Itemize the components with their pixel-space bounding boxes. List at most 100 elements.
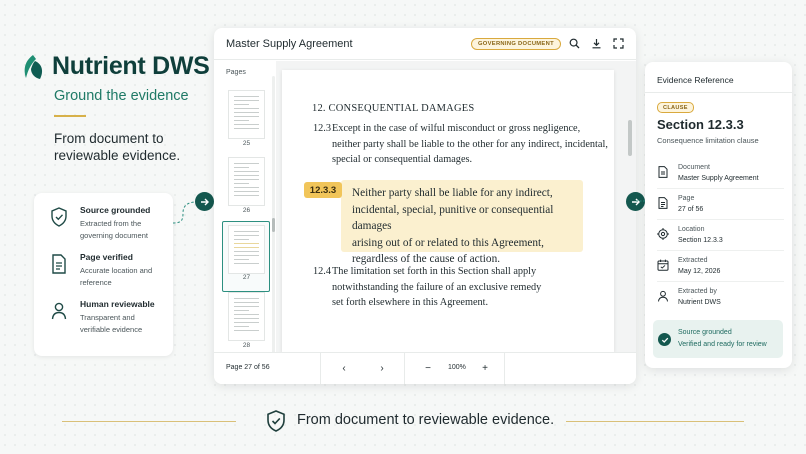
zoom-in-button[interactable]: +	[479, 362, 491, 374]
clause-12-3: 12.3 Except in the case of wilful miscon…	[313, 121, 608, 168]
page-icon	[658, 197, 668, 209]
item-divider	[657, 219, 784, 220]
feature-title: Source grounded	[80, 205, 151, 215]
thumbnail-number: 26	[242, 207, 251, 214]
viewer-header: Master Supply Agreement GOVERNING DOCUME…	[214, 28, 636, 60]
section-reference: Section 12.3.3	[657, 117, 744, 132]
thumbnail-scrollbar-track[interactable]	[272, 76, 275, 354]
status-title: Source grounded	[678, 329, 732, 336]
evidence-label: Location	[678, 226, 705, 233]
evidence-reference-panel: Evidence Reference CLAUSE Section 12.3.3…	[645, 62, 792, 368]
user-icon	[658, 290, 668, 302]
viewer-footer: Page 27 of 56 ‹ › − 100% +	[214, 352, 636, 384]
search-icon[interactable]	[569, 38, 580, 49]
leaf-logo-icon	[24, 54, 43, 79]
banner-line-right	[566, 421, 744, 422]
document-viewer: Master Supply Agreement GOVERNING DOCUME…	[214, 28, 636, 384]
page-thumbnail[interactable]	[228, 157, 265, 206]
section-subtitle: Consequence limitation clause	[657, 136, 759, 145]
target-icon	[657, 228, 669, 240]
shield-check-icon	[51, 207, 67, 227]
left-heading: From document to reviewable evidence.	[54, 131, 181, 163]
thumbnail-number: 28	[242, 342, 251, 349]
document-icon	[658, 166, 668, 178]
brand: Nutrient DWS	[22, 52, 210, 81]
evidence-label: Extracted	[678, 257, 708, 264]
feature-source-grounded: Source grounded Extracted from the gover…	[50, 205, 163, 242]
feature-page-verified: Page verified Accurate location and refe…	[50, 252, 163, 289]
features-card: Source grounded Extracted from the gover…	[34, 193, 173, 356]
tagline: Ground the evidence	[54, 88, 189, 104]
download-icon[interactable]	[591, 38, 602, 49]
feature-desc: Accurate location and reference	[80, 266, 153, 287]
page-thumbnail[interactable]	[228, 292, 265, 341]
brand-name: Nutrient DWS	[52, 52, 210, 80]
document-lines-icon	[52, 254, 66, 274]
item-divider	[657, 281, 784, 282]
banner-text: From document to reviewable evidence.	[297, 412, 555, 428]
clause-line: Neither party shall be liable for any in…	[352, 187, 553, 199]
thumbnail-number: 27	[242, 274, 251, 281]
item-divider	[657, 250, 784, 251]
evidence-value: May 12, 2026	[678, 268, 721, 275]
feature-human-reviewable: Human reviewable Transparent and verifia…	[50, 299, 163, 336]
footer-divider	[320, 353, 321, 384]
arrow-right-icon	[195, 192, 214, 211]
document-scrollbar[interactable]	[628, 120, 632, 156]
evidence-value: Nutrient DWS	[678, 299, 721, 306]
person-icon	[51, 302, 67, 320]
clause-badge: CLAUSE	[657, 102, 694, 113]
thumbnail-number: 25	[242, 140, 251, 147]
pages-label: Pages	[226, 69, 246, 76]
clause-line: The limitation set forth in this Section…	[332, 266, 537, 277]
governing-document-badge: GOVERNING DOCUMENT	[471, 38, 561, 50]
page-thumbnail-selected[interactable]	[228, 225, 265, 274]
clause-line: set forth elsewhere in this Agreement.	[332, 297, 489, 308]
evidence-value: Master Supply Agreement	[678, 175, 759, 182]
footer-divider	[404, 353, 405, 384]
thumbnail-scrollbar-thumb[interactable]	[272, 218, 275, 232]
clause-line: notwithstanding the failure of an exclus…	[332, 281, 542, 293]
highlighted-clause-text: Neither party shall be liable for any in…	[352, 185, 582, 268]
zoom-out-button[interactable]: −	[422, 362, 434, 374]
next-page-button[interactable]: ›	[376, 362, 388, 374]
footer-divider	[504, 353, 505, 384]
clause-line: Except in the case of wilful misconduct …	[332, 123, 581, 134]
feature-title: Page verified	[80, 252, 133, 262]
evidence-value: Section 12.3.3	[678, 237, 723, 244]
evidence-label: Extracted by	[678, 288, 717, 295]
document-page: 12. CONSEQUENTIAL DAMAGES 12.3 Except in…	[282, 70, 614, 352]
section-heading: 12. CONSEQUENTIAL DAMAGES	[312, 103, 475, 114]
check-circle-icon	[658, 333, 671, 346]
clause-line: neither party shall be liable to the oth…	[332, 138, 608, 150]
clause-12-4: 12.4 The limitation set forth in this Se…	[313, 264, 542, 311]
calendar-icon	[657, 259, 669, 271]
feature-desc: Extracted from the governing document	[80, 219, 148, 240]
page-thumbnail[interactable]	[228, 90, 265, 139]
banner-line-left	[62, 421, 236, 422]
clause-number: 12.4	[313, 266, 332, 277]
panel-title: Evidence Reference	[657, 75, 734, 85]
clause-line: special or consequential damages.	[332, 154, 473, 165]
shield-check-icon	[267, 410, 285, 432]
fullscreen-icon[interactable]	[613, 38, 624, 49]
zoom-level: 100%	[448, 364, 466, 371]
clause-line: incidental, special, punitive or consequ…	[352, 203, 554, 233]
panel-divider	[645, 92, 792, 93]
tagline-divider	[54, 115, 86, 117]
clause-line: arising out of or related to this Agreem…	[352, 236, 544, 249]
clause-number: 12.3	[313, 123, 332, 134]
feature-desc: Transparent and verifiable evidence	[80, 313, 143, 334]
connector-dashed	[173, 201, 197, 224]
feature-title: Human reviewable	[80, 299, 155, 309]
evidence-label: Document	[678, 164, 710, 171]
item-divider	[657, 188, 784, 189]
clause-label-badge: 12.3.3	[304, 182, 342, 198]
evidence-value: 27 of 56	[678, 206, 704, 213]
verification-status: Source grounded Verified and ready for r…	[653, 320, 783, 358]
page-indicator: Page 27 of 56	[226, 364, 270, 371]
evidence-label: Page	[678, 195, 695, 202]
status-subtitle: Verified and ready for review	[678, 341, 767, 348]
document-canvas: 12. CONSEQUENTIAL DAMAGES 12.3 Except in…	[276, 61, 636, 352]
prev-page-button[interactable]: ‹	[338, 362, 350, 374]
